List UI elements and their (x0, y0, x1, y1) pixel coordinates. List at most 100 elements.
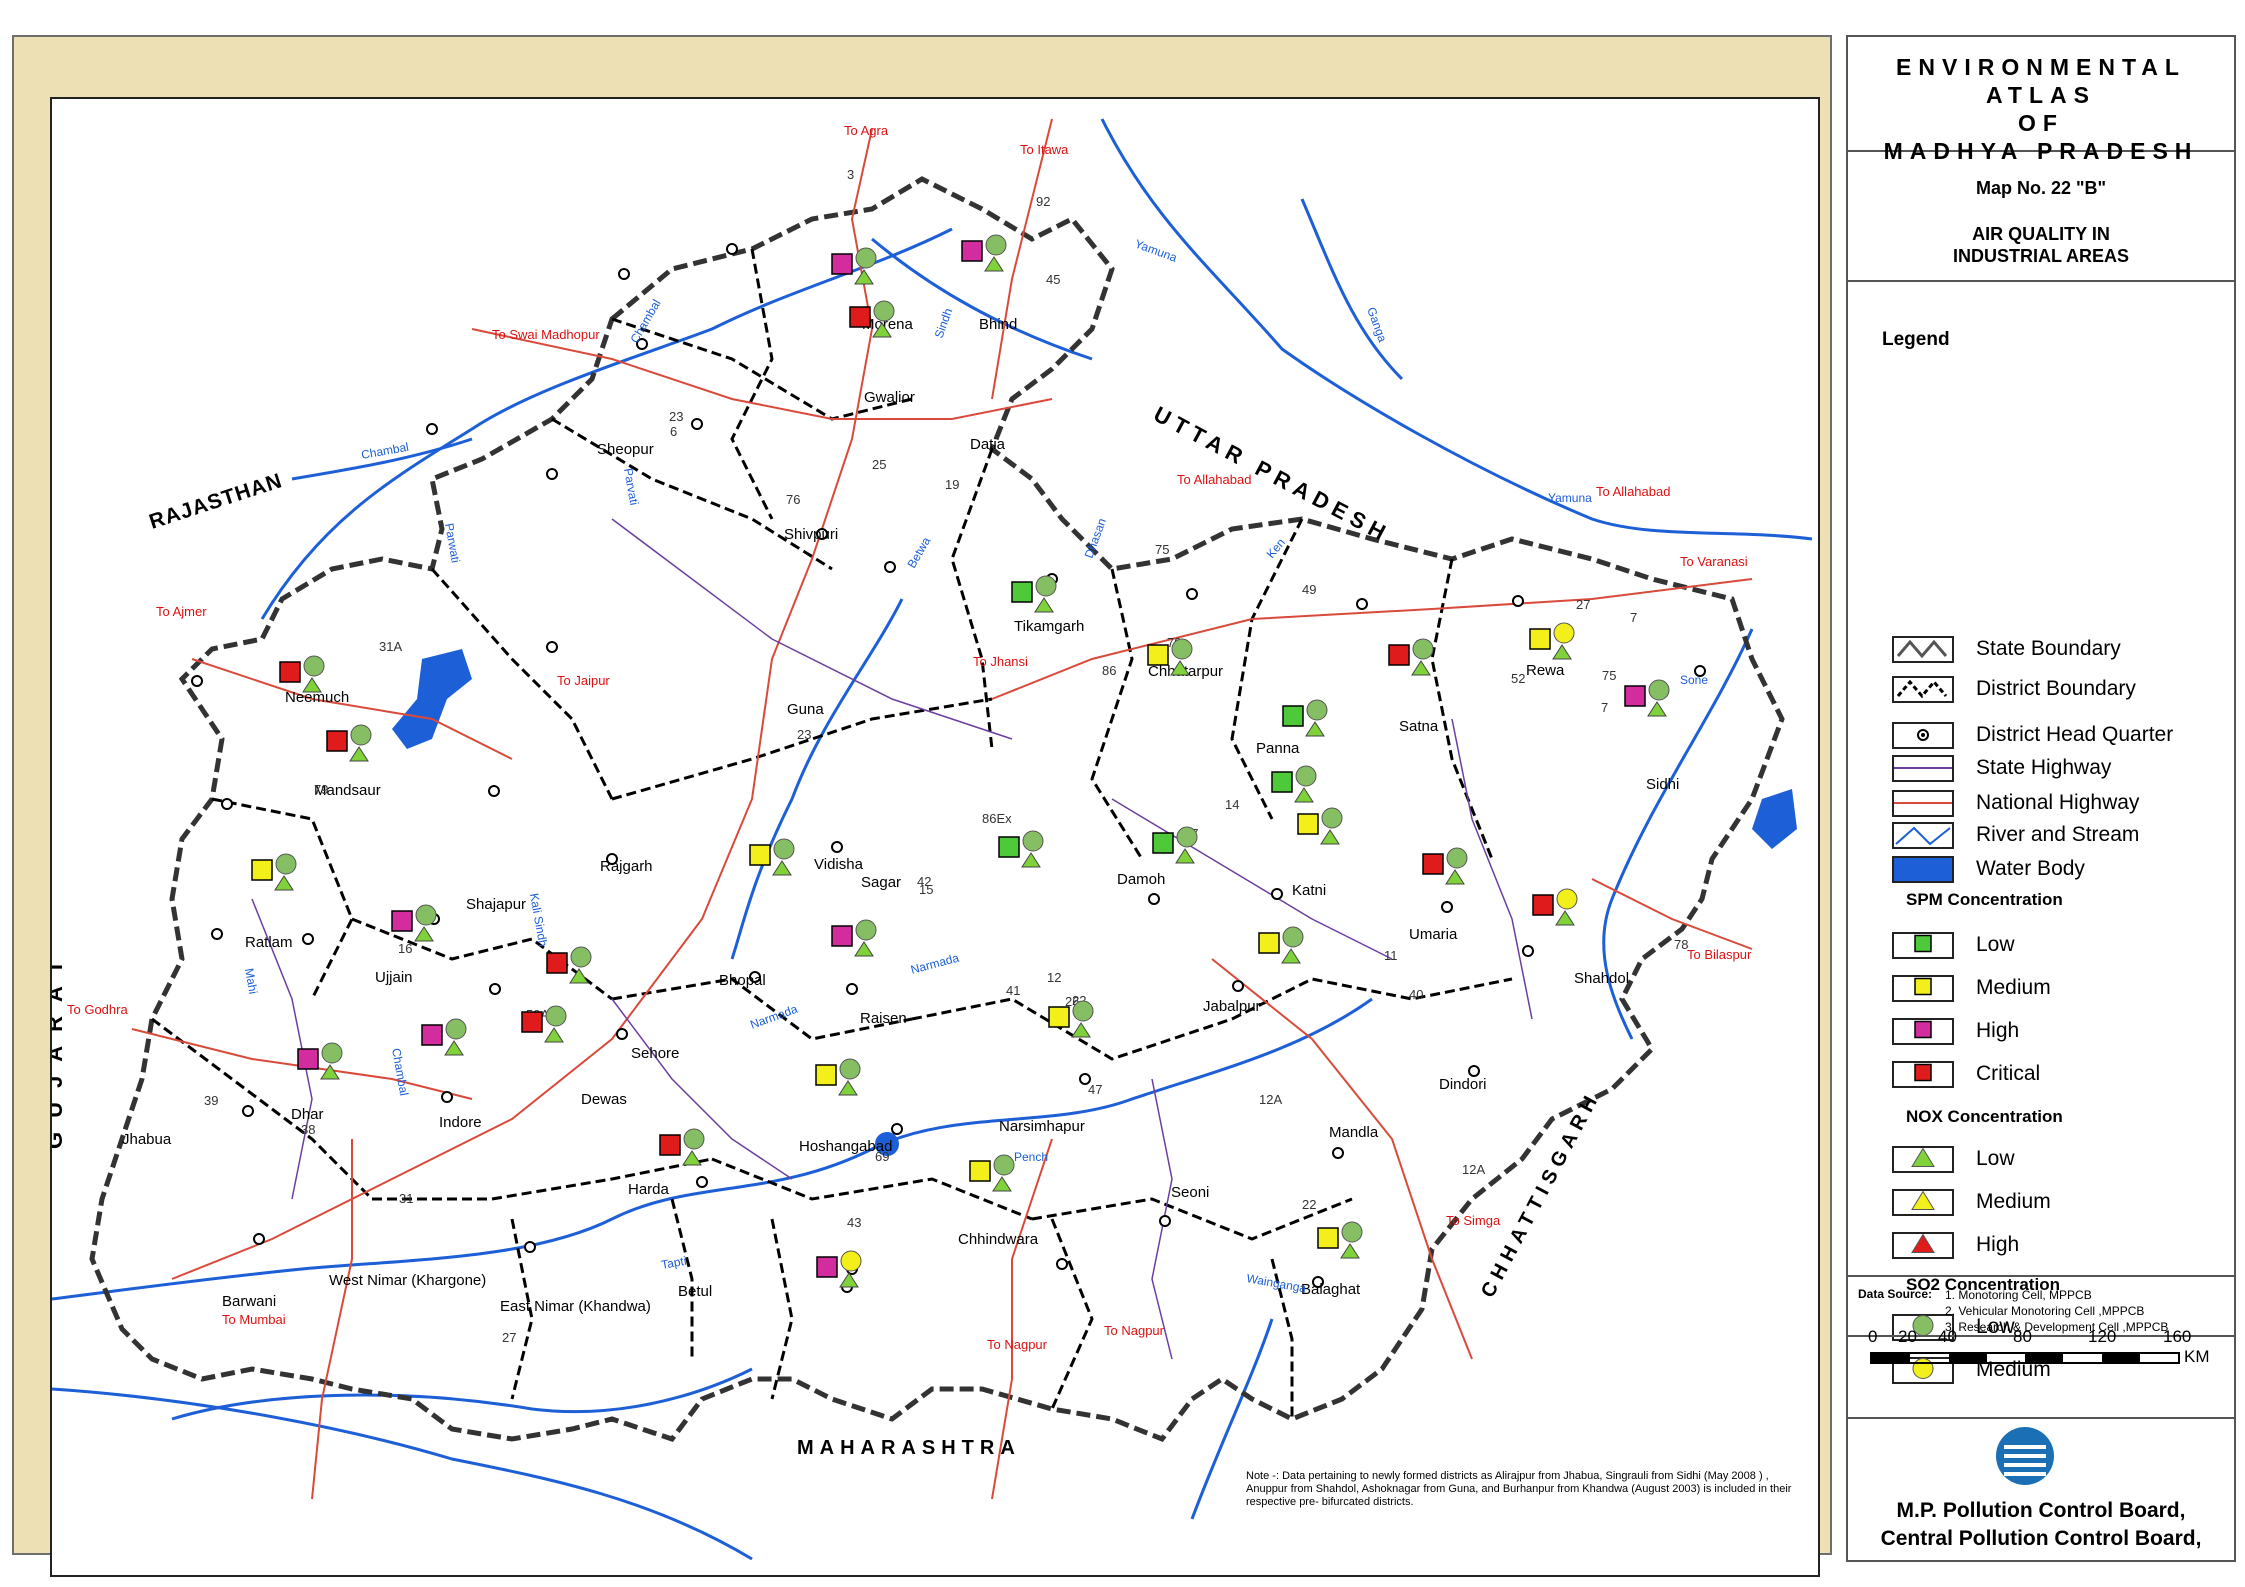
river-label: Chambal (389, 1047, 411, 1097)
side-panel: ENVIRONMENTAL ATLAS OF MADHYA PRADESH Ma… (1846, 35, 2236, 1562)
legend-item-water-body: Water Body (1892, 854, 2232, 884)
spm-square-icon (391, 910, 413, 932)
betwa-river (730, 598, 904, 960)
monitoring-station-marker (1624, 679, 1670, 717)
legend-item-state-boundary: State Boundary (1892, 634, 2232, 664)
spm-square-icon (1271, 771, 1293, 793)
district-label: Seoni (1171, 1184, 1209, 1201)
nox-heading: NOX Concentration (1906, 1107, 2063, 1126)
district-label: Jabalpur (1203, 998, 1261, 1015)
so2-circle-icon (415, 904, 437, 926)
state-highway-symbol-icon (1892, 755, 1954, 782)
district-label: Sidhi (1646, 776, 1679, 793)
legend-item-hq-dot: District Head Quarter (1892, 720, 2232, 750)
highway-number-label: 12A (1462, 1162, 1485, 1177)
district-label: Rewa (1526, 662, 1565, 679)
spm-square-icon (279, 661, 301, 683)
district-label: Bhind (979, 316, 1017, 333)
river-label: Betwa (904, 534, 933, 570)
district-label: Dhar (291, 1106, 324, 1123)
atlas-title-line1: ENVIRONMENTAL ATLAS (1896, 54, 2186, 108)
district-label: Rajgarh (600, 858, 653, 875)
map-subtitle-line2: INDUSTRIAL AREAS (1952, 246, 2129, 266)
highway-number-label: 25 (872, 457, 886, 472)
map-canvas: RAJASTHAN UTTAR PRADESHGUJARATMAHARASHTRA… (52, 118, 1813, 1561)
district-label: Panna (1256, 740, 1300, 757)
legend-spm-item: Critical (1892, 1059, 2232, 1089)
spm-square-icon (1317, 1227, 1339, 1249)
nox-triangle-icon (1445, 869, 1465, 885)
nox-triangle-icon (1411, 660, 1431, 676)
monitoring-station-marker (998, 830, 1044, 868)
spm-square-icon (1011, 581, 1033, 603)
district-label: Raisen (860, 1010, 907, 1027)
so2-circle-icon (985, 234, 1007, 256)
nox-triangle-icon (854, 941, 874, 957)
highway-number-label: 7 (1630, 610, 1637, 625)
district-label: Tikamgarh (1014, 618, 1084, 635)
highway-number-label: 31 (399, 1191, 413, 1206)
legend-label: Medium (1976, 976, 2051, 999)
monitoring-station-marker (831, 247, 877, 285)
district-label: Sehore (631, 1045, 679, 1062)
destination-label: To Godhra (67, 1002, 128, 1017)
so2-circle-icon (1306, 699, 1328, 721)
spm-square-icon (1422, 853, 1444, 875)
highway-number-label: 12A (1259, 1092, 1282, 1107)
so2-circle-icon (1171, 638, 1193, 660)
legend-item-district-boundary: District Boundary (1892, 674, 2232, 704)
nox-triangle-icon (838, 1080, 858, 1096)
spm-square-icon (1892, 1018, 1954, 1045)
neighbor-state-label: RAJASTHAN (146, 469, 285, 534)
so2-circle-icon (1321, 807, 1343, 829)
spm-square-icon (1892, 932, 1954, 959)
scale-tick: 160 (2163, 1327, 2192, 1346)
nox-triangle-icon (984, 256, 1004, 272)
river-label: Sindh (932, 306, 956, 340)
atlas-title: ENVIRONMENTAL ATLAS OF MADHYA PRADESH (1848, 37, 2234, 165)
scale-tick: 80 (2013, 1327, 2032, 1346)
scale-unit: KM (2184, 1347, 2210, 1366)
water-body-symbol-icon (1892, 856, 1954, 883)
district-label: Sheopur (597, 441, 654, 458)
so2-circle-icon (683, 1128, 705, 1150)
monitoring-station-marker (961, 234, 1007, 272)
monitoring-station-marker (546, 946, 592, 984)
spm-square-icon (1624, 685, 1646, 707)
nox-triangle-icon (1021, 852, 1041, 868)
nox-triangle-icon (414, 926, 434, 942)
river-label: Mahi (242, 967, 260, 995)
spm-square-icon (421, 1024, 443, 1046)
legend-label: District Boundary (1976, 677, 2136, 700)
nox-triangle-icon (1552, 644, 1572, 660)
district-label: Dindori (1439, 1076, 1487, 1093)
so2-circle-icon (1072, 1000, 1094, 1022)
highway-number-label: 31A (379, 639, 402, 654)
river-label: Parvati (621, 467, 641, 506)
so2-circle-icon (873, 300, 895, 322)
state-highways (251, 518, 1533, 1360)
nox-triangle-icon (544, 1027, 564, 1043)
spm-heading: SPM Concentration (1906, 890, 2063, 909)
legend-nox-item: Medium (1892, 1187, 2232, 1217)
so2-circle-icon (445, 1018, 467, 1040)
destination-label: To Nagpur (987, 1337, 1048, 1352)
legend-item-river: River and Stream (1892, 820, 2232, 850)
monitoring-station-marker (326, 724, 372, 762)
highway-number-label: 22 (1302, 1197, 1316, 1212)
data-source-item: 2. Vehicular Monotoring Cell ,MPPCB (1945, 1304, 2145, 1318)
map-info-block: Map No. 22 "B" AIR QUALITY IN INDUSTRIAL… (1848, 152, 2234, 282)
legend-label: River and Stream (1976, 823, 2140, 846)
spm-square-icon (998, 836, 1020, 858)
scale-tick: 20 (1898, 1327, 1917, 1346)
monitoring-station-marker (251, 853, 297, 891)
legend-spm-item: Low (1892, 930, 2232, 960)
state-boundary (89, 176, 1785, 1443)
highway-number-label: 7 (1601, 700, 1608, 715)
spm-square-icon (1282, 705, 1304, 727)
district-label: Katni (1292, 882, 1326, 899)
so2-circle-icon (773, 838, 795, 860)
district-label: Bhopal (719, 972, 766, 989)
spm-square-icon (1258, 932, 1280, 954)
spm-square-icon (326, 730, 348, 752)
